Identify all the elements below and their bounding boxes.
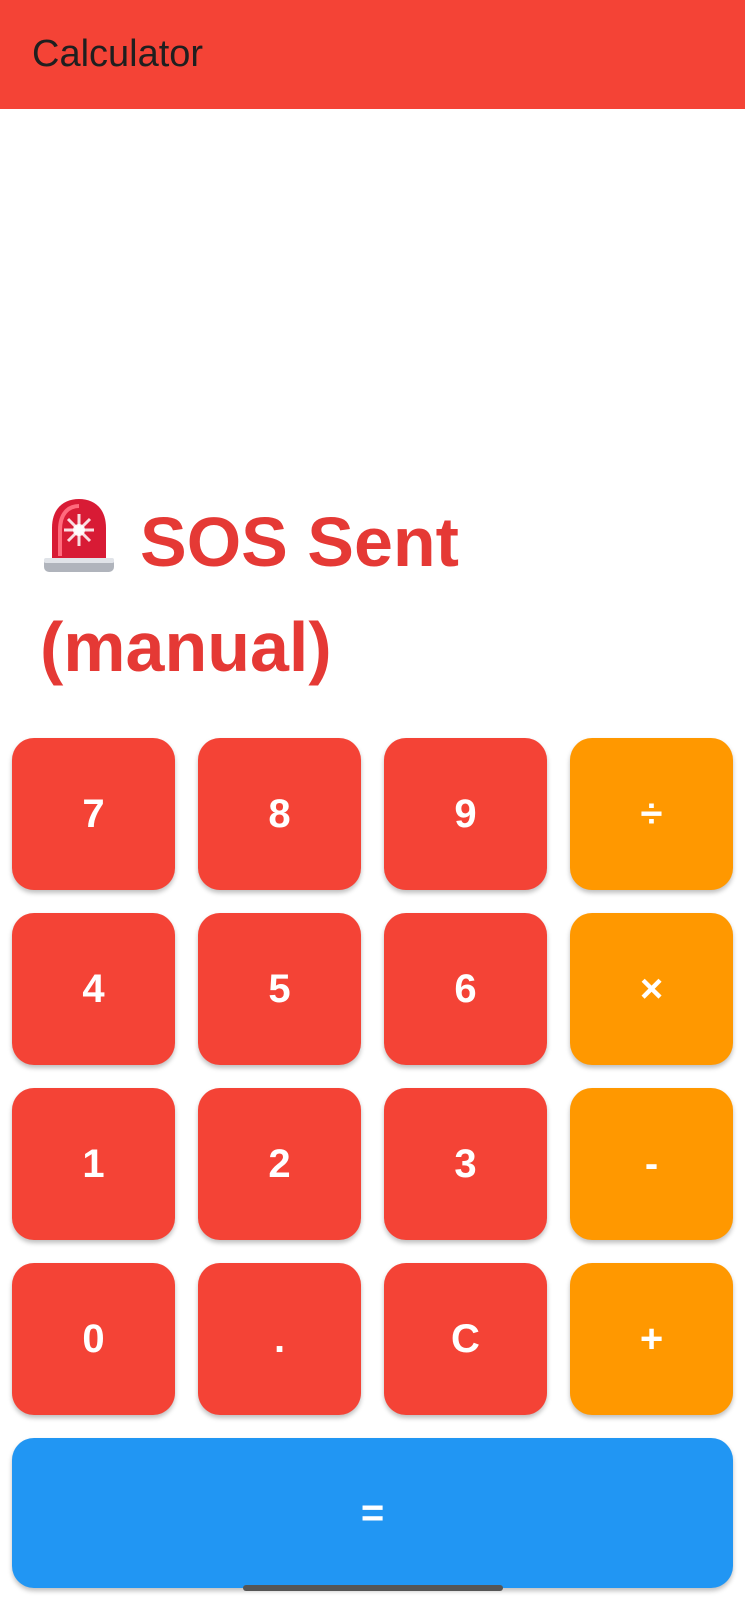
- app-title: Calculator: [32, 33, 204, 75]
- key-digit-1-button[interactable]: 1: [12, 1088, 175, 1240]
- key-multiply-button[interactable]: ×: [570, 913, 733, 1065]
- keypad: 7 8 9 ÷ 4 5 6 × 1 2 3- 0. C +: [12, 738, 733, 1415]
- home-indicator: [243, 1585, 503, 1591]
- key-subtract-button[interactable]: -: [570, 1088, 733, 1240]
- key-digit-6-button[interactable]: 6: [384, 913, 547, 1065]
- key-digit-0-button[interactable]: 0: [12, 1263, 175, 1415]
- key-digit-7-button[interactable]: 7: [12, 738, 175, 890]
- key-add-button[interactable]: +: [570, 1263, 733, 1415]
- key-digit-2-button[interactable]: 2: [198, 1088, 361, 1240]
- key-digit-8-button[interactable]: 8: [198, 738, 361, 890]
- police-siren-icon: [44, 499, 114, 572]
- key-divide-button[interactable]: ÷: [570, 738, 733, 890]
- key-decimal-button[interactable]: .: [198, 1263, 361, 1415]
- key-digit-4-button[interactable]: 4: [12, 913, 175, 1065]
- key-digit-9-button[interactable]: 9: [384, 738, 547, 890]
- key-digit-5-button[interactable]: 5: [198, 913, 361, 1065]
- key-digit-3-button[interactable]: 3: [384, 1088, 547, 1240]
- equals-button[interactable]: =: [12, 1438, 733, 1588]
- calculator-screen: Calculator SOS Sent (manual) 7 8 9 ÷ 4 5 6 × 1 2 3…: [0, 0, 745, 1600]
- display-area: SOS Sent (manual): [40, 490, 720, 700]
- key-clear-button[interactable]: C: [384, 1263, 547, 1415]
- app-bar: Calculator: [0, 0, 745, 109]
